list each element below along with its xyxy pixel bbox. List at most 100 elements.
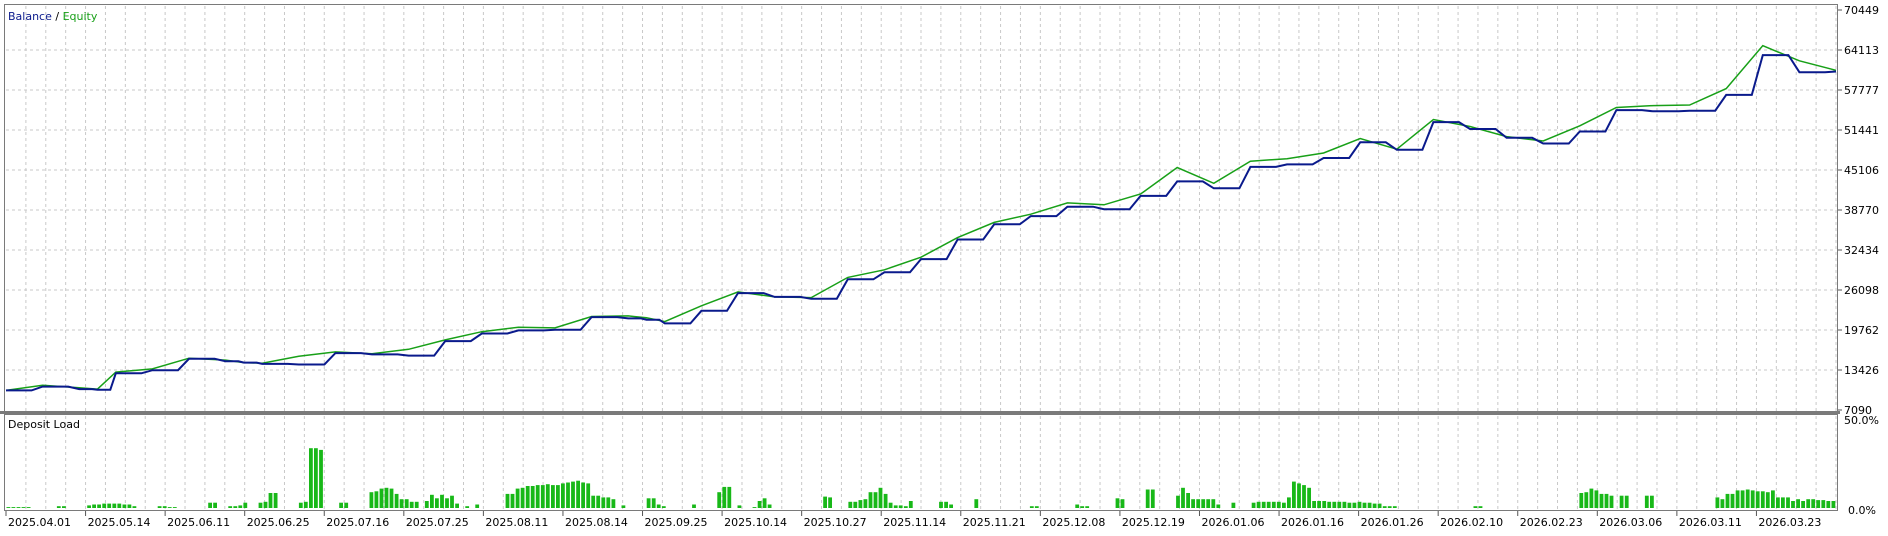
deposit-load-bar	[1347, 502, 1352, 508]
x-tick-label: 2025.07.16	[326, 516, 389, 529]
deposit-load-bar	[722, 486, 727, 508]
deposit-load-bar	[389, 488, 394, 508]
deposit-load-bar	[1302, 485, 1306, 508]
deposit-load-bar	[1765, 492, 1770, 508]
deposit-load-bar	[16, 507, 21, 508]
deposit-load-bar	[1115, 498, 1120, 508]
deposit-load-bar	[510, 493, 515, 508]
deposit-load-bar	[1816, 500, 1821, 508]
deposit-load-bar	[228, 506, 233, 508]
x-tick-label: 2025.12.08	[1042, 516, 1105, 529]
deposit-load-bar	[273, 493, 278, 508]
deposit-load-bar	[97, 504, 101, 508]
date-x-axis: 2025.04.01 2025.05.14 2025.06.11 2025.06.25…	[5, 511, 1821, 529]
y-tick-label: 45106	[1844, 164, 1879, 177]
deposit-load-bar	[883, 493, 888, 508]
deposit-load-bar	[823, 496, 827, 508]
deposit-load-bar	[1266, 501, 1271, 508]
deposit-load-bar	[545, 484, 550, 508]
deposit-load-bar	[344, 502, 349, 508]
deposit-load-bar	[1786, 497, 1790, 508]
deposit-load-bar	[1644, 495, 1649, 508]
x-tick-label: 2025.07.25	[406, 516, 469, 529]
deposit-load-bar	[213, 502, 217, 508]
x-tick-label: 2026.01.26	[1361, 516, 1424, 529]
deposit-load-bar	[1382, 506, 1387, 508]
deposit-load-bar	[435, 498, 439, 508]
deposit-load-bar	[1271, 501, 1276, 508]
deposit-load-bar	[1261, 501, 1266, 508]
deposit-load-bar	[117, 503, 122, 508]
deposit-load-bar	[157, 506, 162, 508]
deposit-load-bar	[1796, 499, 1800, 508]
deposit-load-bar	[1191, 499, 1195, 508]
deposit-load-bar	[1831, 501, 1836, 508]
deposit-load-bar	[1821, 500, 1826, 508]
deposit-load-bar	[581, 482, 585, 508]
deposit-load-bar	[1599, 493, 1604, 508]
deposit-load-bar	[263, 501, 268, 508]
deposit-load-bar	[172, 507, 177, 508]
panel-separator	[0, 411, 1840, 414]
deposit-load-bar	[1201, 499, 1206, 508]
deposit-load-bar	[727, 486, 732, 508]
deposit-load-bar	[601, 497, 606, 508]
deposit-load-bar	[863, 499, 868, 508]
deposit-load-bar	[1029, 506, 1034, 508]
deposit-load-bar	[1372, 503, 1377, 508]
deposit-load-bar	[369, 492, 374, 508]
deposit-load-bar	[268, 493, 273, 508]
deposit-load-bar	[1307, 487, 1311, 508]
deposit-load-bar	[888, 502, 893, 508]
x-tick-label: 2025.06.11	[167, 516, 230, 529]
deposit-load-bar	[939, 501, 943, 508]
deposit-load-bar	[1735, 490, 1740, 508]
deposit-load-bar	[127, 504, 132, 508]
deposit-load-bar	[87, 505, 91, 508]
deposit-load-bar	[1352, 502, 1357, 508]
deposit-load-bar	[208, 502, 212, 508]
deposit-load-bar	[258, 502, 263, 508]
deposit-load-bar	[1720, 499, 1725, 508]
deposit-load-bar	[621, 505, 626, 508]
x-tick-label: 2026.01.16	[1281, 516, 1344, 529]
x-tick-label: 2025.10.27	[804, 516, 867, 529]
deposit-load-bar	[1292, 481, 1296, 508]
x-tick-label: 2025.09.25	[645, 516, 708, 529]
deposit-load-bar	[6, 507, 11, 508]
deposit-load-bar	[21, 507, 26, 508]
deposit-load-bar	[1367, 502, 1372, 508]
deposit-load-bar	[162, 506, 167, 508]
x-tick-label: 2025.12.19	[1122, 516, 1185, 529]
deposit-load-bar	[92, 504, 96, 508]
deposit-load-bar	[1801, 501, 1805, 508]
deposit-load-bar	[974, 499, 979, 508]
load-y-tick-label: 0.0%	[1848, 504, 1876, 517]
x-tick-label: 2026.01.06	[1201, 516, 1264, 529]
x-tick-label: 2026.02.10	[1440, 516, 1503, 529]
deposit-load-bar	[576, 480, 580, 508]
deposit-load-bar	[455, 503, 459, 508]
deposit-load-bar	[1806, 499, 1811, 508]
deposit-load-bar	[56, 506, 61, 508]
deposit-load-bar	[1811, 499, 1816, 508]
deposit-load-bar	[233, 506, 238, 508]
deposit-load-bar	[828, 497, 832, 508]
x-tick-label: 2025.11.21	[963, 516, 1026, 529]
deposit-load-bar	[1150, 489, 1155, 508]
deposit-load-bar	[26, 507, 31, 508]
deposit-load-bar	[535, 485, 540, 508]
deposit-load-bar	[1791, 501, 1795, 508]
deposit-load-bar	[450, 495, 454, 508]
deposit-load-bar	[1120, 499, 1125, 508]
y-tick-label: 38770	[1844, 204, 1879, 217]
deposit-load-bar	[1473, 506, 1478, 508]
x-tick-label: 2026.03.23	[1758, 516, 1821, 529]
deposit-load-bar	[551, 485, 555, 508]
deposit-load-bar	[1478, 506, 1483, 508]
deposit-load-bar	[1327, 501, 1332, 508]
deposit-load-bar	[1276, 501, 1281, 508]
deposit-load-bar	[167, 507, 172, 508]
deposit-load-bar	[1362, 502, 1367, 508]
deposit-load-bar	[566, 482, 570, 508]
